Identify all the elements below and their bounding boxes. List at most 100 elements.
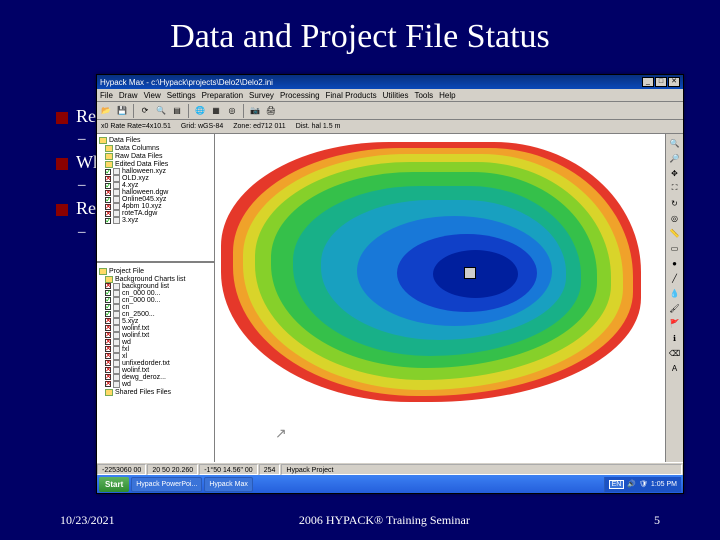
taskbar-item[interactable]: Hypack Max [204, 477, 253, 492]
rtool-dropper-icon[interactable]: 💧 [668, 286, 682, 300]
tree-item-label: roteTA.dgw [122, 210, 157, 217]
tree-folder[interactable]: Raw Data Files [105, 153, 212, 160]
tree-item[interactable]: 4pbm 10.xyz [105, 203, 212, 210]
tree-folder[interactable]: Shared Files Files [105, 389, 212, 396]
tree-item[interactable]: cn [105, 304, 212, 311]
tree-item[interactable]: cn_000 00... [105, 290, 212, 297]
tree-item[interactable]: wolinf.txt [105, 367, 212, 374]
rtool-text-icon[interactable]: A [668, 361, 682, 375]
clock[interactable]: 1:05 PM [651, 481, 677, 488]
tree-item[interactable]: fxl [105, 346, 212, 353]
tree-item[interactable]: cn_000 00... [105, 297, 212, 304]
left-panel: Data Files Data Columns Raw Data Files E… [97, 134, 215, 462]
close-button[interactable]: ✕ [668, 77, 680, 87]
check-enabled-icon[interactable] [105, 218, 111, 224]
system-tray[interactable]: EN 🔊 🛡 1:05 PM [604, 477, 681, 492]
menu-final-products[interactable]: Final Products [326, 91, 377, 100]
tray-icon[interactable]: 🔊 [627, 480, 636, 488]
tool-print-icon[interactable]: 🖨 [264, 104, 278, 118]
rtool-measure-icon[interactable]: 📏 [668, 226, 682, 240]
tool-save-icon[interactable]: 💾 [115, 104, 129, 118]
tree-item[interactable]: cn_2500... [105, 311, 212, 318]
tree-item[interactable]: unfixedorder.txt [105, 360, 212, 367]
tree-item[interactable]: 4.xyz [105, 182, 212, 189]
tool-chart-icon[interactable]: ▦ [209, 104, 223, 118]
tree-item[interactable]: xl [105, 353, 212, 360]
rtool-point-icon[interactable]: ● [668, 256, 682, 270]
tree-root-project[interactable]: Project File [99, 268, 212, 275]
tree-root-data[interactable]: Data Files [99, 137, 212, 144]
file-icon [113, 290, 120, 297]
menu-survey[interactable]: Survey [249, 91, 274, 100]
file-icon [113, 283, 120, 290]
file-icon [113, 203, 120, 210]
tree-folder[interactable]: Data Columns [105, 145, 212, 152]
rtool-brush-icon[interactable]: 🖌 [668, 301, 682, 315]
check-disabled-icon[interactable] [105, 381, 111, 387]
data-files-tree[interactable]: Data Files Data Columns Raw Data Files E… [97, 134, 214, 259]
tree-folder[interactable]: Background Charts list [105, 276, 212, 283]
tree-item[interactable]: 3.xyz [105, 217, 212, 224]
tool-layers-icon[interactable]: ▤ [170, 104, 184, 118]
tree-item[interactable]: dewg_deroz... [105, 374, 212, 381]
menu-settings[interactable]: Settings [167, 91, 196, 100]
rtool-rotate-icon[interactable]: ↻ [668, 196, 682, 210]
status-heading: 254 [259, 464, 281, 475]
tool-open-icon[interactable]: 📂 [99, 104, 113, 118]
rtool-info-icon[interactable]: ℹ [668, 331, 682, 345]
menu-view[interactable]: View [144, 91, 161, 100]
tree-item[interactable]: wolinf.txt [105, 332, 212, 339]
tool-camera-icon[interactable]: 📷 [248, 104, 262, 118]
rtool-zoom-out-icon[interactable]: 🔎 [668, 151, 682, 165]
rtool-erase-icon[interactable]: ⌫ [668, 346, 682, 360]
menu-preparation[interactable]: Preparation [202, 91, 243, 100]
tree-item[interactable]: wd [105, 381, 212, 388]
taskbar-item[interactable]: Hypack PowerPoi... [131, 477, 202, 492]
menu-draw[interactable]: Draw [119, 91, 138, 100]
start-button[interactable]: Start [99, 477, 129, 492]
tree-item[interactable]: OLD.xyz [105, 175, 212, 182]
menu-help[interactable]: Help [439, 91, 455, 100]
tool-refresh-icon[interactable]: ⟳ [138, 104, 152, 118]
rtool-zoom-in-icon[interactable]: 🔍 [668, 136, 682, 150]
maximize-button[interactable]: □ [655, 77, 667, 87]
rtool-pan-icon[interactable]: ✥ [668, 166, 682, 180]
tree-item[interactable]: background list [105, 283, 212, 290]
tool-target-icon[interactable]: ◎ [225, 104, 239, 118]
tree-item[interactable]: wd [105, 339, 212, 346]
tree-item[interactable]: halloween.xyz [105, 168, 212, 175]
tool-zoom-icon[interactable]: 🔍 [154, 104, 168, 118]
menu-processing[interactable]: Processing [280, 91, 320, 100]
menu-file[interactable]: File [100, 91, 113, 100]
tree-item-label: wolinf.txt [122, 325, 149, 332]
tree-item[interactable]: Online045.xyz [105, 196, 212, 203]
file-icon [113, 360, 120, 367]
tree-item-label: cn_000 00... [122, 297, 161, 304]
tree-item-label: halloween.xyz [122, 168, 166, 175]
tray-icon[interactable]: 🛡 [639, 480, 648, 488]
menu-tools[interactable]: Tools [414, 91, 433, 100]
minimize-button[interactable]: _ [642, 77, 654, 87]
titlebar[interactable]: Hypack Max - c:\Hypack\projects\Delo2\De… [97, 75, 683, 89]
tool-globe-icon[interactable]: 🌐 [193, 104, 207, 118]
tree-item[interactable]: 5.xyz [105, 318, 212, 325]
project-file-tree[interactable]: Project File Background Charts list back… [97, 265, 214, 462]
file-icon [113, 346, 120, 353]
tree-folder[interactable]: Edited Data Files [105, 161, 212, 168]
menu-utilities[interactable]: Utilities [383, 91, 409, 100]
tree-item-label: cn_2500... [122, 311, 155, 318]
slide-footer: 10/23/2021 2006 HYPACK® Training Seminar… [0, 513, 720, 528]
slide-date: 10/23/2021 [60, 513, 115, 528]
tree-item[interactable]: wolinf.txt [105, 325, 212, 332]
tree-item[interactable]: halloween.dgw [105, 189, 212, 196]
tree-item-label: halloween.dgw [122, 189, 168, 196]
map-canvas[interactable]: ↗ [215, 134, 665, 462]
rtool-select-icon[interactable]: ▭ [668, 241, 682, 255]
tree-item[interactable]: roteTA.dgw [105, 210, 212, 217]
language-indicator[interactable]: EN [609, 480, 625, 489]
rtool-extent-icon[interactable]: ⛶ [668, 181, 682, 195]
status-scale: x0 Rate Rate=4x10.51 [101, 123, 171, 130]
rtool-target-icon[interactable]: ◎ [668, 211, 682, 225]
rtool-line-icon[interactable]: ╱ [668, 271, 682, 285]
rtool-flag-icon[interactable]: 🚩 [668, 316, 682, 330]
